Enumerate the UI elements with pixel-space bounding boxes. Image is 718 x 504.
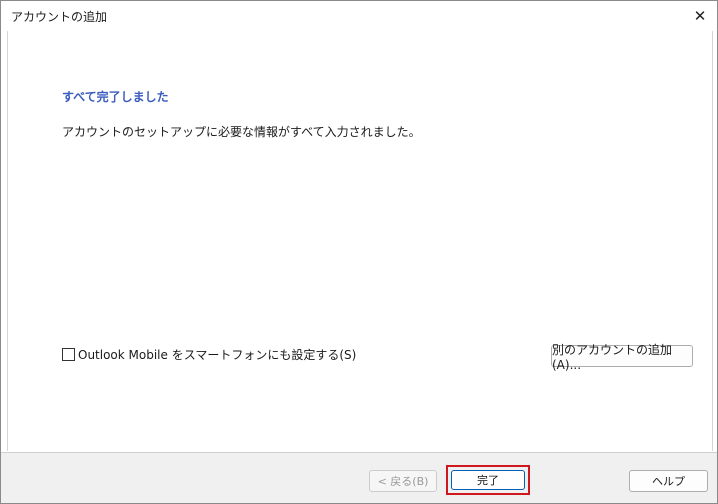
add-account-dialog: アカウントの追加 ✕ すべて完了しました アカウントのセットアップに必要な情報が…: [0, 0, 718, 504]
dialog-content: すべて完了しました アカウントのセットアップに必要な情報がすべて入力されました。…: [7, 31, 713, 451]
add-another-account-button[interactable]: 別のアカウントの追加(A)...: [551, 343, 693, 372]
finish-button-highlight: 完了: [446, 465, 530, 495]
dialog-title: アカウントの追加: [11, 10, 108, 24]
close-icon[interactable]: ✕: [687, 3, 713, 29]
finish-button[interactable]: 完了: [451, 470, 525, 490]
completion-description: アカウントのセットアップに必要な情報がすべて入力されました。: [62, 125, 421, 139]
dialog-footer: < 戻る(B) 完了 ヘルプ: [1, 452, 717, 503]
completion-heading: すべて完了しました: [62, 90, 169, 104]
outlook-mobile-checkbox-row[interactable]: Outlook Mobile をスマートフォンにも設定する(S): [62, 346, 356, 363]
outlook-mobile-checkbox[interactable]: [62, 348, 75, 361]
title-bar: アカウントの追加 ✕: [1, 1, 717, 31]
help-button[interactable]: ヘルプ: [629, 470, 708, 492]
back-button[interactable]: < 戻る(B): [369, 470, 437, 492]
outlook-mobile-checkbox-label[interactable]: Outlook Mobile をスマートフォンにも設定する(S): [78, 346, 356, 363]
